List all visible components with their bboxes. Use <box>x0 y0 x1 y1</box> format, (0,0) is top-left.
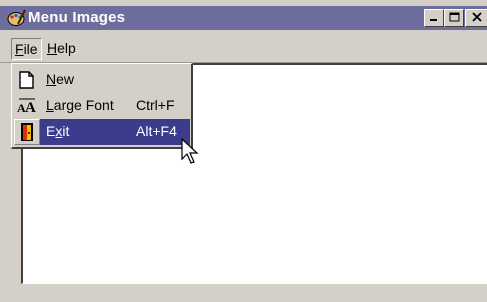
paint-palette-icon[interactable] <box>6 8 26 28</box>
mouse-pointer-icon <box>181 137 199 166</box>
menu-bar: File Help <box>0 34 487 63</box>
exit-door-icon <box>17 122 37 142</box>
new-document-icon <box>17 70 37 90</box>
menu-item-new[interactable]: New <box>14 67 190 93</box>
menu-help[interactable]: Help <box>44 38 79 58</box>
minimize-button[interactable] <box>424 9 444 27</box>
menu-help-label: elp <box>57 40 76 56</box>
menu-item-new-accel: N <box>46 71 57 87</box>
menu-file[interactable]: File <box>11 38 42 60</box>
minimize-icon <box>429 9 439 27</box>
menu-item-large-font-accel: L <box>46 97 54 113</box>
maximize-button[interactable] <box>444 9 464 27</box>
window-title: Menu Images <box>28 9 126 26</box>
bottom-frame <box>0 284 487 302</box>
menu-help-accel: H <box>47 40 58 56</box>
file-menu-dropdown: New A A Large Font Ctrl+F Exit Alt+F4 <box>11 63 193 149</box>
menu-file-accel: F <box>15 41 24 57</box>
svg-text:A: A <box>25 100 36 116</box>
menu-item-exit-shortcut: Alt+F4 <box>136 123 177 139</box>
application-window: Menu Images File Help New A A Large Font… <box>0 0 487 302</box>
menu-item-large-font-label: Large Font <box>46 97 114 113</box>
title-bar[interactable]: Menu Images <box>0 6 487 30</box>
menu-file-label: ile <box>23 41 38 57</box>
menu-item-large-font[interactable]: A A Large Font Ctrl+F <box>14 93 190 119</box>
menu-item-new-label: New <box>46 71 74 87</box>
menu-item-large-font-shortcut: Ctrl+F <box>136 97 175 113</box>
large-font-icon: A A <box>17 96 37 116</box>
menu-item-exit-label: Exit <box>46 123 69 139</box>
close-button[interactable] <box>465 9 487 27</box>
menu-item-exit-post: it <box>62 123 70 139</box>
close-icon <box>471 9 482 27</box>
maximize-icon <box>449 9 460 27</box>
menu-item-large-font-post: arge Font <box>53 97 114 113</box>
menu-item-new-post: ew <box>56 71 75 87</box>
menu-item-exit[interactable]: Exit Alt+F4 <box>14 119 190 145</box>
menu-item-exit-pre: E <box>46 123 56 139</box>
